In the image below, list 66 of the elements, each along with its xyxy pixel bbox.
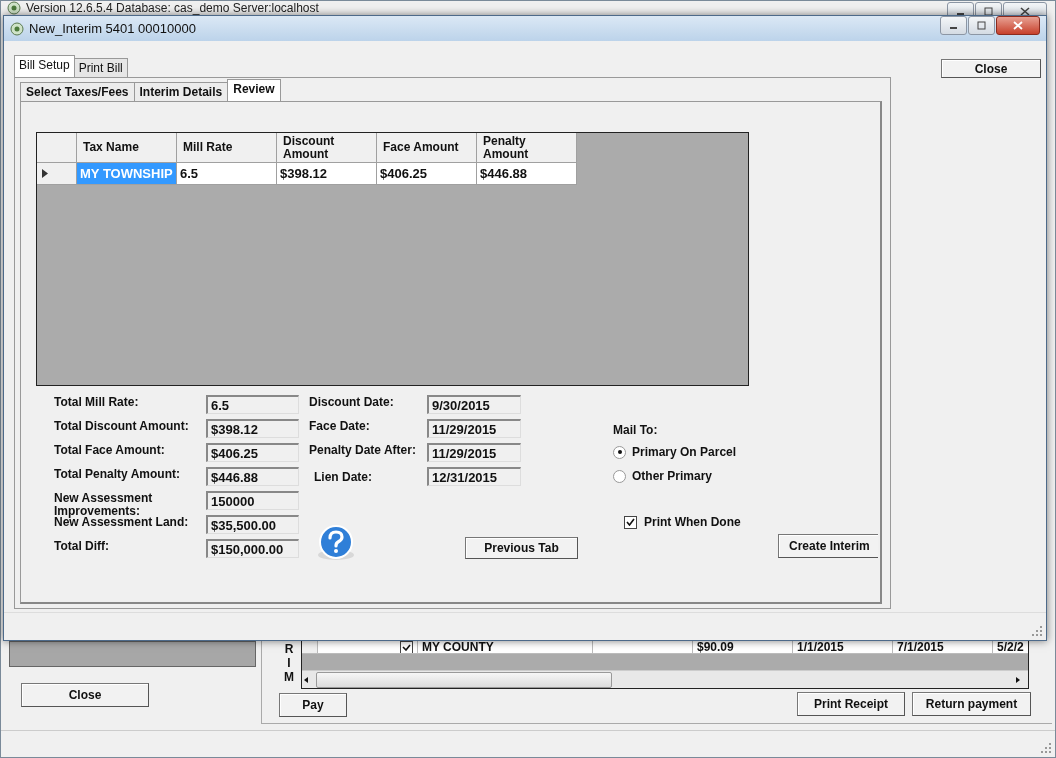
tab[interactable]: Review: [227, 79, 281, 101]
side-letter: R: [284, 642, 294, 656]
field-label: Penalty Date After:: [309, 443, 417, 459]
help-icon[interactable]: [316, 525, 356, 561]
field-label: Face Date:: [309, 419, 371, 435]
table-cell[interactable]: $446.88: [477, 163, 577, 185]
window-title: Version 12.6.5.4 Database: cas_demo Server:localhost: [26, 1, 319, 15]
readonly-field[interactable]: $406.25: [206, 443, 299, 462]
radio-label[interactable]: Primary On Parcel: [632, 445, 737, 459]
field-label: Total Diff:: [54, 539, 111, 555]
radio-button[interactable]: [613, 469, 626, 483]
tab[interactable]: Interim Details: [133, 82, 229, 101]
tab[interactable]: Select Taxes/Fees: [20, 82, 135, 101]
readonly-field[interactable]: 6.5: [206, 395, 299, 414]
close-button[interactable]: Close: [21, 683, 149, 707]
app-icon: [10, 21, 24, 36]
column-header[interactable]: Mill Rate: [177, 133, 277, 163]
pay-button[interactable]: Pay: [279, 693, 347, 717]
minimize-button[interactable]: [940, 16, 967, 35]
side-letter: M: [284, 670, 294, 684]
horizontal-scrollbar[interactable]: [302, 670, 1028, 688]
column-header[interactable]: Discount Amount: [277, 133, 377, 163]
field-label: Total Discount Amount:: [54, 419, 190, 435]
tab[interactable]: Print Bill: [73, 58, 128, 77]
window-title: New_Interim 5401 00010000: [29, 21, 197, 36]
radio-label[interactable]: Other Primary: [632, 469, 713, 483]
readonly-field[interactable]: $35,500.00: [206, 515, 299, 534]
close-icon: [1020, 7, 1030, 16]
column-header[interactable]: Face Amount: [377, 133, 477, 163]
field-label: Lien Date:: [313, 469, 373, 486]
previous-tab-button[interactable]: Previous Tab: [465, 537, 578, 559]
create-interim-button[interactable]: Create Interim: [778, 534, 878, 558]
readonly-field[interactable]: 11/29/2015: [427, 443, 521, 462]
print-receipt-button[interactable]: Print Receipt: [797, 692, 905, 716]
row-header[interactable]: [37, 163, 77, 185]
table-cell[interactable]: 6.5: [177, 163, 277, 185]
scrollbar-thumb[interactable]: [316, 671, 612, 688]
close-button[interactable]: Close: [941, 59, 1041, 78]
side-letter: I: [287, 656, 291, 670]
column-header[interactable]: Tax Name: [77, 133, 177, 163]
close-icon: [1013, 21, 1023, 30]
table-cell[interactable]: $398.12: [277, 163, 377, 185]
field-label: Discount Date:: [309, 395, 395, 411]
readonly-field[interactable]: $150,000.00: [206, 539, 299, 558]
resize-grip-icon[interactable]: [1041, 743, 1051, 753]
tab[interactable]: Bill Setup: [14, 55, 75, 77]
column-header[interactable]: Penalty Amount: [477, 133, 577, 163]
readonly-field[interactable]: 11/29/2015: [427, 419, 521, 438]
return-payment-button[interactable]: Return payment: [912, 692, 1031, 716]
checkbox[interactable]: [400, 641, 413, 653]
resize-grip-icon[interactable]: [1032, 626, 1042, 636]
field-label: Mail To:: [613, 422, 659, 439]
table-cell[interactable]: $406.25: [377, 163, 477, 185]
app-icon: [7, 1, 21, 15]
readonly-field[interactable]: $398.12: [206, 419, 299, 438]
field-label: Total Face Amount:: [54, 443, 166, 459]
field-label: Total Penalty Amount:: [54, 467, 181, 483]
radio-button[interactable]: [613, 445, 626, 459]
readonly-field[interactable]: 150000: [206, 491, 299, 510]
checkbox[interactable]: [624, 515, 637, 529]
readonly-field[interactable]: 9/30/2015: [427, 395, 521, 414]
readonly-field[interactable]: $446.88: [206, 467, 299, 486]
field-label: Total Mill Rate:: [54, 395, 140, 411]
checkbox-label[interactable]: Print When Done: [644, 515, 741, 529]
close-button[interactable]: [996, 16, 1040, 35]
readonly-field[interactable]: 12/31/2015: [427, 467, 521, 486]
